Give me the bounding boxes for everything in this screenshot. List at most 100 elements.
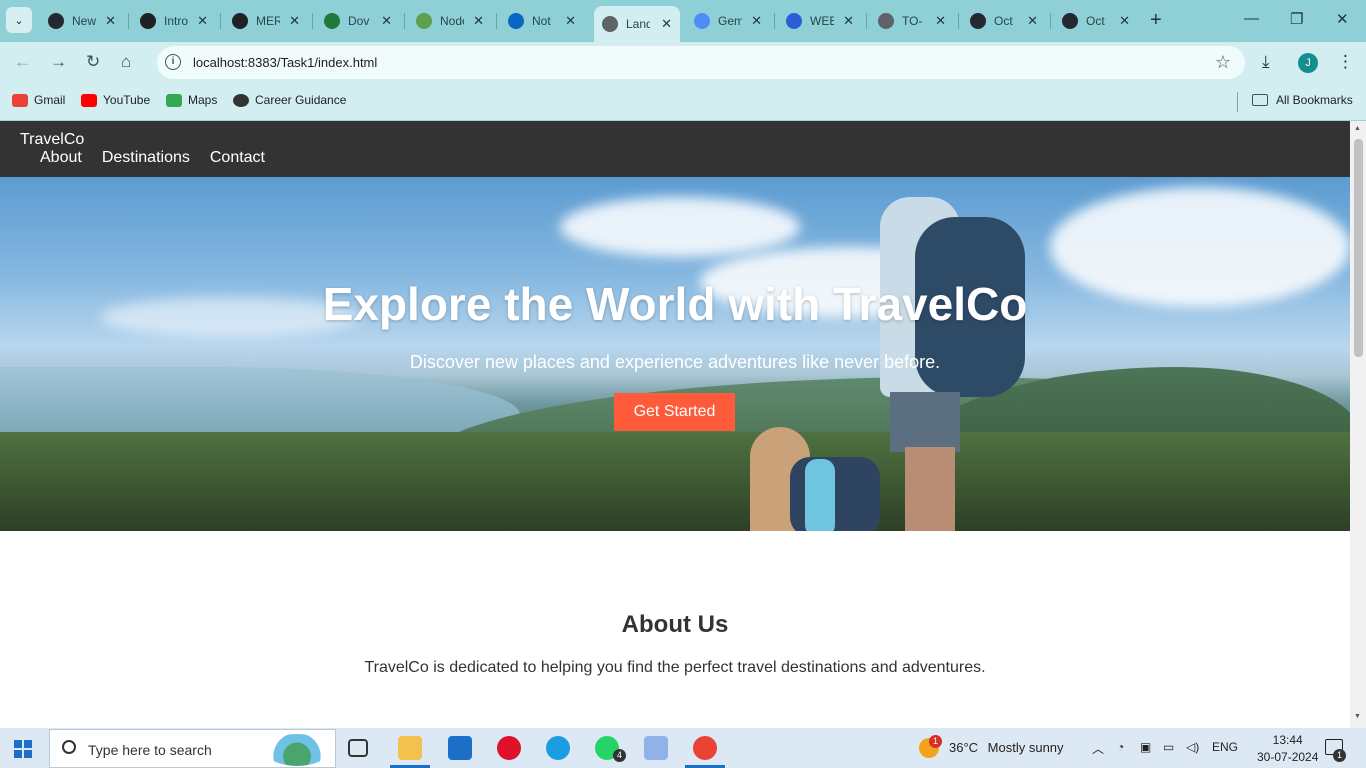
weather-badge: 1 <box>929 735 942 748</box>
nav-link-about[interactable]: About <box>40 149 82 167</box>
about-text: TravelCo is dedicated to helping you fin… <box>364 659 986 676</box>
browser-tab[interactable]: WEB ✕ <box>778 6 862 36</box>
all-bookmarks-button[interactable]: All Bookmarks <box>1252 93 1353 107</box>
weather-desc: Mostly sunny <box>987 740 1064 755</box>
profile-avatar[interactable]: J <box>1298 53 1318 73</box>
close-window-button[interactable]: ✕ <box>1336 10 1349 28</box>
nav-link-contact[interactable]: Contact <box>210 149 265 167</box>
tab-separator <box>958 13 959 29</box>
browser-tab[interactable]: New ✕ <box>40 6 124 36</box>
bookmarks-bar: Gmail YouTube Maps Career Guidance All Book… <box>0 84 1366 121</box>
back-button[interactable]: ← <box>14 52 31 72</box>
tab-close-icon[interactable]: ✕ <box>101 13 116 29</box>
tab-close-icon[interactable]: ✕ <box>469 13 484 29</box>
bookmark-item[interactable]: Maps <box>166 93 217 107</box>
opera-icon[interactable] <box>497 736 521 760</box>
tab-close-icon[interactable]: ✕ <box>561 13 576 29</box>
tab-close-icon[interactable]: ✕ <box>931 13 946 29</box>
tray-chevron-up-icon[interactable]: ︿ <box>1092 740 1104 757</box>
tab-close-icon[interactable]: ✕ <box>839 13 854 29</box>
tab-close-icon[interactable]: ✕ <box>1115 13 1130 29</box>
browser-tab[interactable]: Not ✕ <box>500 6 584 36</box>
browser-tab-label: Land <box>626 17 650 31</box>
bookmark-item[interactable]: Career Guidance <box>233 93 346 107</box>
windows-start-button[interactable] <box>14 740 32 758</box>
page-scrollbar[interactable]: ▲ ▼ <box>1350 121 1366 728</box>
browser-tab[interactable]: Dov ✕ <box>316 6 400 36</box>
task-view-icon[interactable] <box>348 739 368 757</box>
chrome-icon[interactable] <box>693 736 717 760</box>
reload-button[interactable]: ↻ <box>86 52 100 72</box>
github-icon <box>48 13 64 29</box>
tab-close-icon[interactable]: ✕ <box>377 13 392 29</box>
browser-tab-label: Node <box>440 14 464 28</box>
minimize-button[interactable]: — <box>1244 10 1259 27</box>
bookmark-item[interactable]: YouTube <box>81 93 150 107</box>
scroll-down-icon[interactable]: ▼ <box>1354 713 1361 720</box>
tab-close-icon[interactable]: ✕ <box>1023 13 1038 29</box>
site-info-icon[interactable]: i <box>165 54 181 70</box>
edge-icon[interactable] <box>546 736 570 760</box>
bookmark-item[interactable]: Gmail <box>12 93 65 107</box>
battery-icon[interactable]: ▭ <box>1163 740 1174 754</box>
globe-icon <box>602 16 618 32</box>
maps-icon <box>166 93 182 107</box>
tab-separator <box>1050 13 1051 29</box>
linkedin-icon <box>508 13 524 29</box>
taskbar-search-placeholder: Type here to search <box>88 742 212 758</box>
search-highlight-icon <box>265 734 329 766</box>
tab-search-button[interactable]: ⌄ <box>6 7 32 33</box>
bookmark-star-icon[interactable]: ☆ <box>1215 52 1231 73</box>
tab-close-icon[interactable]: ✕ <box>747 13 762 29</box>
site-brand[interactable]: TravelCo <box>20 131 84 149</box>
bookmark-label: Gmail <box>34 93 66 107</box>
tab-close-icon[interactable]: ✕ <box>285 13 300 29</box>
scrollbar-thumb[interactable] <box>1354 139 1363 357</box>
new-tab-button[interactable]: + <box>1150 9 1162 32</box>
tab-separator <box>220 13 221 29</box>
hero-subtitle: Discover new places and experience adven… <box>409 352 941 372</box>
weather-widget[interactable]: 36°C Mostly sunny <box>949 740 1064 755</box>
taskbar-search-box[interactable]: Type here to search <box>49 729 336 768</box>
tab-separator <box>128 13 129 29</box>
browser-tab[interactable]: Land ✕ <box>594 6 680 42</box>
bookmarks-divider <box>1237 92 1238 112</box>
network-icon[interactable]: ◔ <box>1117 740 1124 754</box>
hero-section: Explore the World with TravelCo Discover… <box>0 177 1350 531</box>
mail-icon[interactable] <box>448 736 472 760</box>
forward-button[interactable]: → <box>50 52 67 72</box>
browser-menu-icon[interactable]: ⋮ <box>1337 52 1354 72</box>
browser-tab[interactable]: TO- ✕ <box>870 6 954 36</box>
browser-tab[interactable]: MERN ✕ <box>224 6 308 36</box>
browser-tab[interactable]: Node ✕ <box>408 6 492 36</box>
language-indicator[interactable]: ENG <box>1212 740 1238 754</box>
browser-tab-label: WEB <box>810 14 834 28</box>
file-explorer-icon[interactable] <box>398 736 422 760</box>
volume-icon[interactable]: ◁) <box>1186 740 1199 754</box>
home-button[interactable]: ⌂ <box>121 52 131 72</box>
tab-separator <box>404 13 405 29</box>
chevron-down-icon: ⌄ <box>14 14 24 27</box>
nav-link-destinations[interactable]: Destinations <box>102 149 190 167</box>
taskbar-clock[interactable]: 13:44 30-07-2024 <box>1257 732 1318 766</box>
url-text[interactable]: localhost:8383/Task1/index.html <box>193 55 377 70</box>
tab-separator <box>312 13 313 29</box>
globe-icon <box>233 93 249 107</box>
arrow-left-icon: ← <box>14 52 31 71</box>
tab-close-icon[interactable]: ✕ <box>657 16 672 32</box>
address-bar[interactable]: i localhost:8383/Task1/index.html ☆ <box>157 46 1245 79</box>
restore-button[interactable]: ❐ <box>1290 10 1303 28</box>
browser-tab[interactable]: Intro ✕ <box>132 6 216 36</box>
scroll-up-icon[interactable]: ▲ <box>1354 125 1361 132</box>
restore-icon: ❐ <box>1290 11 1304 28</box>
download-icon[interactable]: ⤓ <box>1262 52 1270 72</box>
browser-tab-label: Dov <box>348 14 370 28</box>
globe-icon <box>878 13 894 29</box>
netbeans-icon[interactable] <box>644 736 668 760</box>
browser-tab[interactable]: Oct ✕ <box>962 6 1046 36</box>
get-started-button[interactable]: Get Started <box>614 393 735 431</box>
meet-now-icon[interactable]: ▣ <box>1140 740 1151 754</box>
browser-tab[interactable]: Oct ✕ <box>1054 6 1138 36</box>
tab-close-icon[interactable]: ✕ <box>193 13 208 29</box>
browser-tab[interactable]: Gem ✕ <box>686 6 770 36</box>
